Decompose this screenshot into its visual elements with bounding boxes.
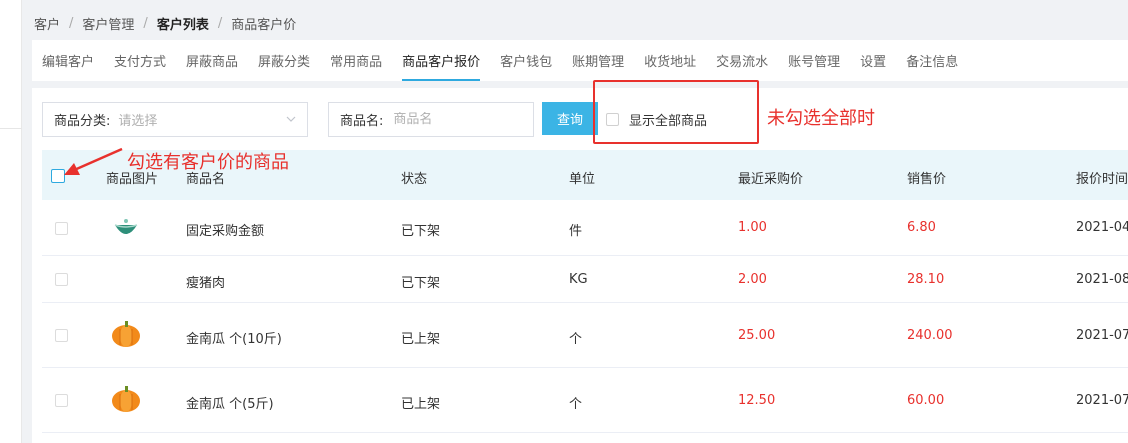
product-name-filter: 商品名: (328, 102, 534, 137)
header-unit: 单位 (569, 172, 596, 187)
product-status: 已上架 (401, 332, 441, 347)
breadcrumb: 客户 / 客户管理 / 客户列表 / 商品客户价 (34, 12, 296, 34)
last-purchase-price: 1.00 (738, 220, 767, 235)
pumpkin-icon (112, 321, 140, 347)
tab-blocked-categories[interactable]: 屏蔽分类 (258, 40, 310, 81)
last-purchase-price: 2.00 (738, 272, 767, 287)
product-status: 已下架 (401, 224, 441, 239)
tab-credit-period[interactable]: 账期管理 (572, 40, 624, 81)
product-status: 已下架 (401, 276, 441, 291)
tab-notes[interactable]: 备注信息 (906, 40, 958, 81)
table-row[interactable]: 金南瓜 个(5斤) 已上架 个 12.50 60.00 2021-07 (42, 368, 1128, 433)
row-checkbox[interactable] (55, 273, 68, 286)
quote-time: 2021-07 (1076, 393, 1128, 408)
annotation-highlight-box (593, 80, 759, 144)
product-name-input[interactable] (393, 112, 514, 127)
product-unit: 件 (569, 224, 583, 239)
sale-price: 6.80 (907, 220, 936, 235)
product-unit: KG (569, 272, 588, 287)
annotation-arrow-icon (64, 147, 123, 175)
breadcrumb-item-customer-management[interactable]: 客户管理 (82, 14, 134, 33)
product-status: 已上架 (401, 397, 441, 412)
tab-customer-wallet[interactable]: 客户钱包 (500, 40, 552, 81)
tab-customer-quote[interactable]: 商品客户报价 (402, 40, 481, 81)
product-unit: 个 (569, 397, 583, 412)
row-checkbox[interactable] (55, 394, 68, 407)
header-status: 状态 (401, 172, 428, 187)
tab-account-management[interactable]: 账号管理 (788, 40, 840, 81)
annotation-unchecked-note: 未勾选全部时 (767, 108, 875, 129)
tab-transactions[interactable]: 交易流水 (716, 40, 768, 81)
chevron-down-icon (286, 116, 296, 122)
product-name: 金南瓜 个(10斤) (186, 332, 282, 347)
product-unit: 个 (569, 332, 583, 347)
tab-blocked-products[interactable]: 屏蔽商品 (186, 40, 238, 81)
sale-price: 60.00 (907, 393, 945, 408)
category-placeholder: 请选择 (118, 114, 158, 129)
tab-common-products[interactable]: 常用商品 (330, 40, 382, 81)
header-last-purchase-price: 最近采购价 (738, 172, 804, 187)
side-panel-edge (0, 0, 22, 443)
tab-settings[interactable]: 设置 (860, 40, 886, 81)
breadcrumb-item-current: 商品客户价 (231, 17, 297, 33)
last-purchase-price: 25.00 (738, 328, 776, 343)
breadcrumb-separator: / (143, 15, 148, 31)
quote-time: 2021-08 (1076, 272, 1128, 287)
product-name: 金南瓜 个(5斤) (186, 397, 274, 412)
tab-payment-method[interactable]: 支付方式 (114, 40, 166, 81)
tab-shipping-address[interactable]: 收货地址 (644, 40, 696, 81)
breadcrumb-item-customer[interactable]: 客户 (34, 14, 60, 33)
category-label: 商品分类: (54, 114, 111, 129)
table-row[interactable]: 瘦猪肉 已下架 KG 2.00 28.10 2021-08 (42, 256, 1128, 303)
header-sale-price: 销售价 (907, 172, 947, 187)
breadcrumb-separator: / (69, 15, 74, 31)
bowl-icon (114, 219, 138, 234)
quote-time: 2021-07 (1076, 328, 1128, 343)
product-name: 固定采购金额 (186, 224, 265, 239)
last-purchase-price: 12.50 (738, 393, 776, 408)
product-name-label: 商品名: (340, 114, 384, 129)
table-row[interactable]: 金南瓜 个(10斤) 已上架 个 25.00 240.00 2021-07 (42, 303, 1128, 368)
sale-price: 240.00 (907, 328, 953, 343)
sale-price: 28.10 (907, 272, 945, 287)
product-name: 瘦猪肉 (186, 276, 226, 291)
row-checkbox[interactable] (55, 222, 68, 235)
query-button[interactable]: 查询 (542, 102, 598, 135)
table-row[interactable]: 固定采购金额 已下架 件 1.00 6.80 2021-04 (42, 201, 1128, 256)
row-checkbox[interactable] (55, 329, 68, 342)
breadcrumb-item-customer-list[interactable]: 客户列表 (157, 14, 209, 33)
pumpkin-icon (112, 386, 140, 412)
tab-bar: 编辑客户 支付方式 屏蔽商品 屏蔽分类 常用商品 商品客户报价 客户钱包 账期管… (32, 40, 1128, 81)
breadcrumb-separator: / (217, 15, 223, 31)
header-quote-time: 报价时间 (1076, 172, 1128, 187)
tab-edit-customer[interactable]: 编辑客户 (42, 40, 94, 81)
annotation-checkbox-note: 勾选有客户价的商品 (127, 152, 289, 173)
category-select[interactable]: 商品分类: 请选择 (42, 102, 308, 137)
quote-time: 2021-04 (1076, 220, 1128, 235)
